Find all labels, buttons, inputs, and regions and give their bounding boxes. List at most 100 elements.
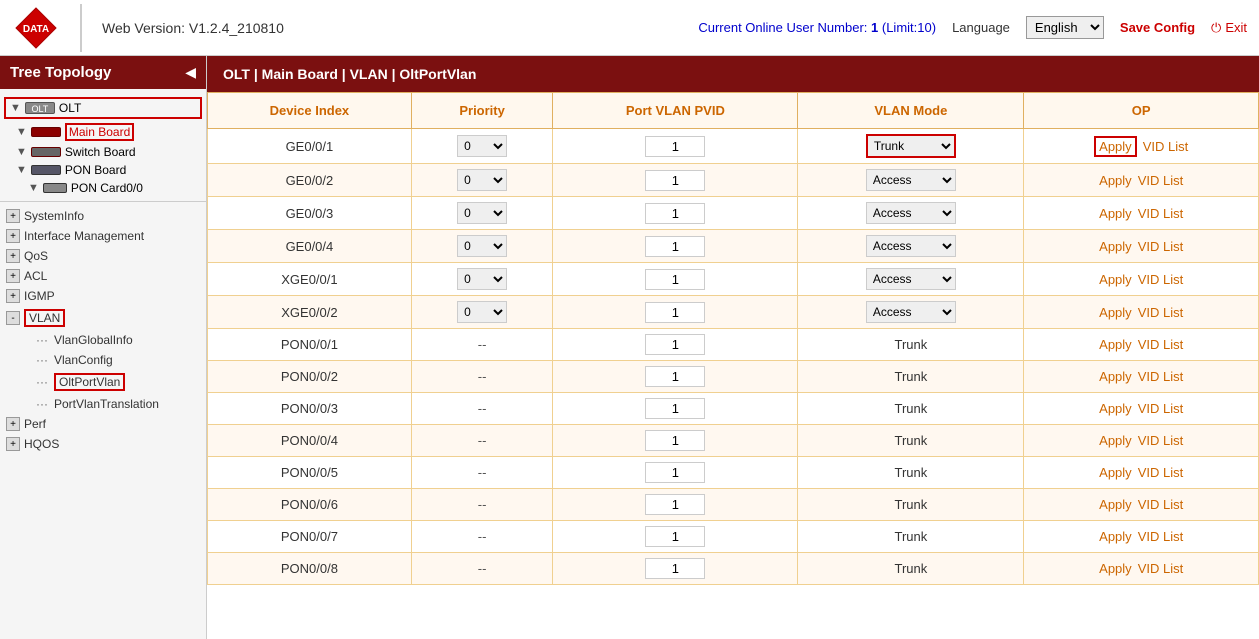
cell-op[interactable]: Apply VID List bbox=[1024, 489, 1259, 521]
vid-list-link[interactable]: VID List bbox=[1138, 337, 1184, 352]
priority-select[interactable]: 01234567 bbox=[457, 235, 507, 257]
vid-list-link[interactable]: VID List bbox=[1143, 139, 1189, 154]
priority-select[interactable]: 01234567 bbox=[457, 169, 507, 191]
vlan-mode-select[interactable]: TrunkAccess bbox=[866, 169, 956, 191]
cell-vlan-mode[interactable]: TrunkAccess bbox=[798, 197, 1024, 230]
language-select[interactable]: English Chinese bbox=[1026, 16, 1104, 39]
cell-op[interactable]: Apply VID List bbox=[1024, 553, 1259, 585]
cell-vlan-mode[interactable]: TrunkAccess bbox=[798, 230, 1024, 263]
cell-op[interactable]: Apply VID List bbox=[1024, 521, 1259, 553]
cell-op[interactable]: Apply VID List bbox=[1024, 296, 1259, 329]
cell-pvid[interactable] bbox=[553, 425, 798, 457]
priority-select[interactable]: 01234567 bbox=[457, 202, 507, 224]
pvid-input[interactable] bbox=[645, 203, 705, 224]
cell-pvid[interactable] bbox=[553, 129, 798, 164]
pvid-input[interactable] bbox=[645, 398, 705, 419]
nav-item-vlan-config[interactable]: ··· VlanConfig bbox=[0, 350, 206, 370]
vid-list-link[interactable]: VID List bbox=[1138, 272, 1184, 287]
apply-link[interactable]: Apply bbox=[1094, 136, 1137, 157]
vid-list-link[interactable]: VID List bbox=[1138, 433, 1184, 448]
vlan-mode-select[interactable]: TrunkAccess bbox=[866, 268, 956, 290]
priority-select[interactable]: 01234567 bbox=[457, 135, 507, 157]
apply-link[interactable]: Apply bbox=[1099, 433, 1132, 448]
cell-pvid[interactable] bbox=[553, 296, 798, 329]
cell-priority[interactable]: 01234567 bbox=[411, 164, 553, 197]
cell-vlan-mode[interactable]: TrunkAccess bbox=[798, 263, 1024, 296]
acl-expand-icon[interactable]: + bbox=[6, 269, 20, 283]
qos-expand-icon[interactable]: + bbox=[6, 249, 20, 263]
cell-pvid[interactable] bbox=[553, 197, 798, 230]
save-config-button[interactable]: Save Config bbox=[1120, 20, 1195, 35]
cell-vlan-mode[interactable]: TrunkAccess bbox=[798, 129, 1024, 164]
tree-item-pon-card[interactable]: ▼ PON Card0/0 bbox=[0, 179, 206, 197]
cell-pvid[interactable] bbox=[553, 521, 798, 553]
apply-link[interactable]: Apply bbox=[1099, 305, 1132, 320]
hqos-expand-icon[interactable]: + bbox=[6, 437, 20, 451]
nav-item-olt-port-vlan[interactable]: ··· OltPortVlan bbox=[0, 370, 206, 394]
cell-priority[interactable]: 01234567 bbox=[411, 129, 553, 164]
vlan-mode-select[interactable]: TrunkAccess bbox=[866, 202, 956, 224]
cell-op[interactable]: ApplyVID List bbox=[1024, 393, 1259, 425]
cell-op[interactable]: Apply VID List bbox=[1024, 457, 1259, 489]
cell-op[interactable]: ApplyVID List bbox=[1024, 164, 1259, 197]
interface-mgmt-expand-icon[interactable]: + bbox=[6, 229, 20, 243]
perf-expand-icon[interactable]: + bbox=[6, 417, 20, 431]
nav-item-vlan[interactable]: - VLAN bbox=[0, 306, 206, 330]
apply-link[interactable]: Apply bbox=[1099, 239, 1132, 254]
cell-op[interactable]: ApplyVID List bbox=[1024, 197, 1259, 230]
vid-list-link[interactable]: VID List bbox=[1138, 529, 1184, 544]
vid-list-link[interactable]: VID List bbox=[1138, 497, 1184, 512]
cell-pvid[interactable] bbox=[553, 489, 798, 521]
exit-button[interactable]: ⏻ Exit bbox=[1211, 20, 1247, 36]
tree-item-pon-board[interactable]: ▼ PON Board bbox=[0, 161, 206, 179]
apply-link[interactable]: Apply bbox=[1099, 529, 1132, 544]
apply-link[interactable]: Apply bbox=[1099, 272, 1132, 287]
apply-link[interactable]: Apply bbox=[1099, 497, 1132, 512]
vid-list-link[interactable]: VID List bbox=[1138, 561, 1184, 576]
nav-item-qos[interactable]: + QoS bbox=[0, 246, 206, 266]
cell-pvid[interactable] bbox=[553, 457, 798, 489]
cell-op[interactable]: Apply VID List bbox=[1024, 425, 1259, 457]
vlan-expand-icon[interactable]: - bbox=[6, 311, 20, 325]
priority-select[interactable]: 01234567 bbox=[457, 301, 507, 323]
nav-item-interface-mgmt[interactable]: + Interface Management bbox=[0, 226, 206, 246]
cell-pvid[interactable] bbox=[553, 230, 798, 263]
sidebar-toggle-button[interactable]: ◀ bbox=[185, 64, 196, 81]
cell-pvid[interactable] bbox=[553, 164, 798, 197]
pvid-input[interactable] bbox=[645, 170, 705, 191]
apply-link[interactable]: Apply bbox=[1099, 561, 1132, 576]
apply-link[interactable]: Apply bbox=[1099, 206, 1132, 221]
tree-item-olt[interactable]: ▼ OLT OLT bbox=[4, 97, 202, 119]
cell-pvid[interactable] bbox=[553, 393, 798, 425]
apply-link[interactable]: Apply bbox=[1099, 401, 1132, 416]
nav-item-port-vlan-translation[interactable]: ··· PortVlanTranslation bbox=[0, 394, 206, 414]
pvid-input[interactable] bbox=[645, 269, 705, 290]
cell-pvid[interactable] bbox=[553, 329, 798, 361]
nav-item-systeminfo[interactable]: + SystemInfo bbox=[0, 206, 206, 226]
vid-list-link[interactable]: VID List bbox=[1138, 305, 1184, 320]
cell-priority[interactable]: 01234567 bbox=[411, 197, 553, 230]
priority-select[interactable]: 01234567 bbox=[457, 268, 507, 290]
cell-priority[interactable]: 01234567 bbox=[411, 263, 553, 296]
apply-link[interactable]: Apply bbox=[1099, 465, 1132, 480]
nav-item-vlan-global[interactable]: ··· VlanGlobalInfo bbox=[0, 330, 206, 350]
cell-op[interactable]: ApplyVID List bbox=[1024, 361, 1259, 393]
cell-pvid[interactable] bbox=[553, 553, 798, 585]
nav-item-igmp[interactable]: + IGMP bbox=[0, 286, 206, 306]
pvid-input[interactable] bbox=[645, 236, 705, 257]
pvid-input[interactable] bbox=[645, 558, 705, 579]
apply-link[interactable]: Apply bbox=[1099, 337, 1132, 352]
vlan-mode-select[interactable]: TrunkAccess bbox=[866, 134, 956, 158]
cell-priority[interactable]: 01234567 bbox=[411, 296, 553, 329]
cell-op[interactable]: ApplyVID List bbox=[1024, 230, 1259, 263]
vid-list-link[interactable]: VID List bbox=[1138, 465, 1184, 480]
igmp-expand-icon[interactable]: + bbox=[6, 289, 20, 303]
pvid-input[interactable] bbox=[645, 462, 705, 483]
nav-item-hqos[interactable]: + HQOS bbox=[0, 434, 206, 454]
cell-op[interactable]: Apply VID List bbox=[1024, 329, 1259, 361]
apply-link[interactable]: Apply bbox=[1099, 369, 1132, 384]
pvid-input[interactable] bbox=[645, 494, 705, 515]
cell-op[interactable]: Apply VID List bbox=[1024, 263, 1259, 296]
cell-op[interactable]: Apply VID List bbox=[1024, 129, 1259, 164]
pvid-input[interactable] bbox=[645, 430, 705, 451]
